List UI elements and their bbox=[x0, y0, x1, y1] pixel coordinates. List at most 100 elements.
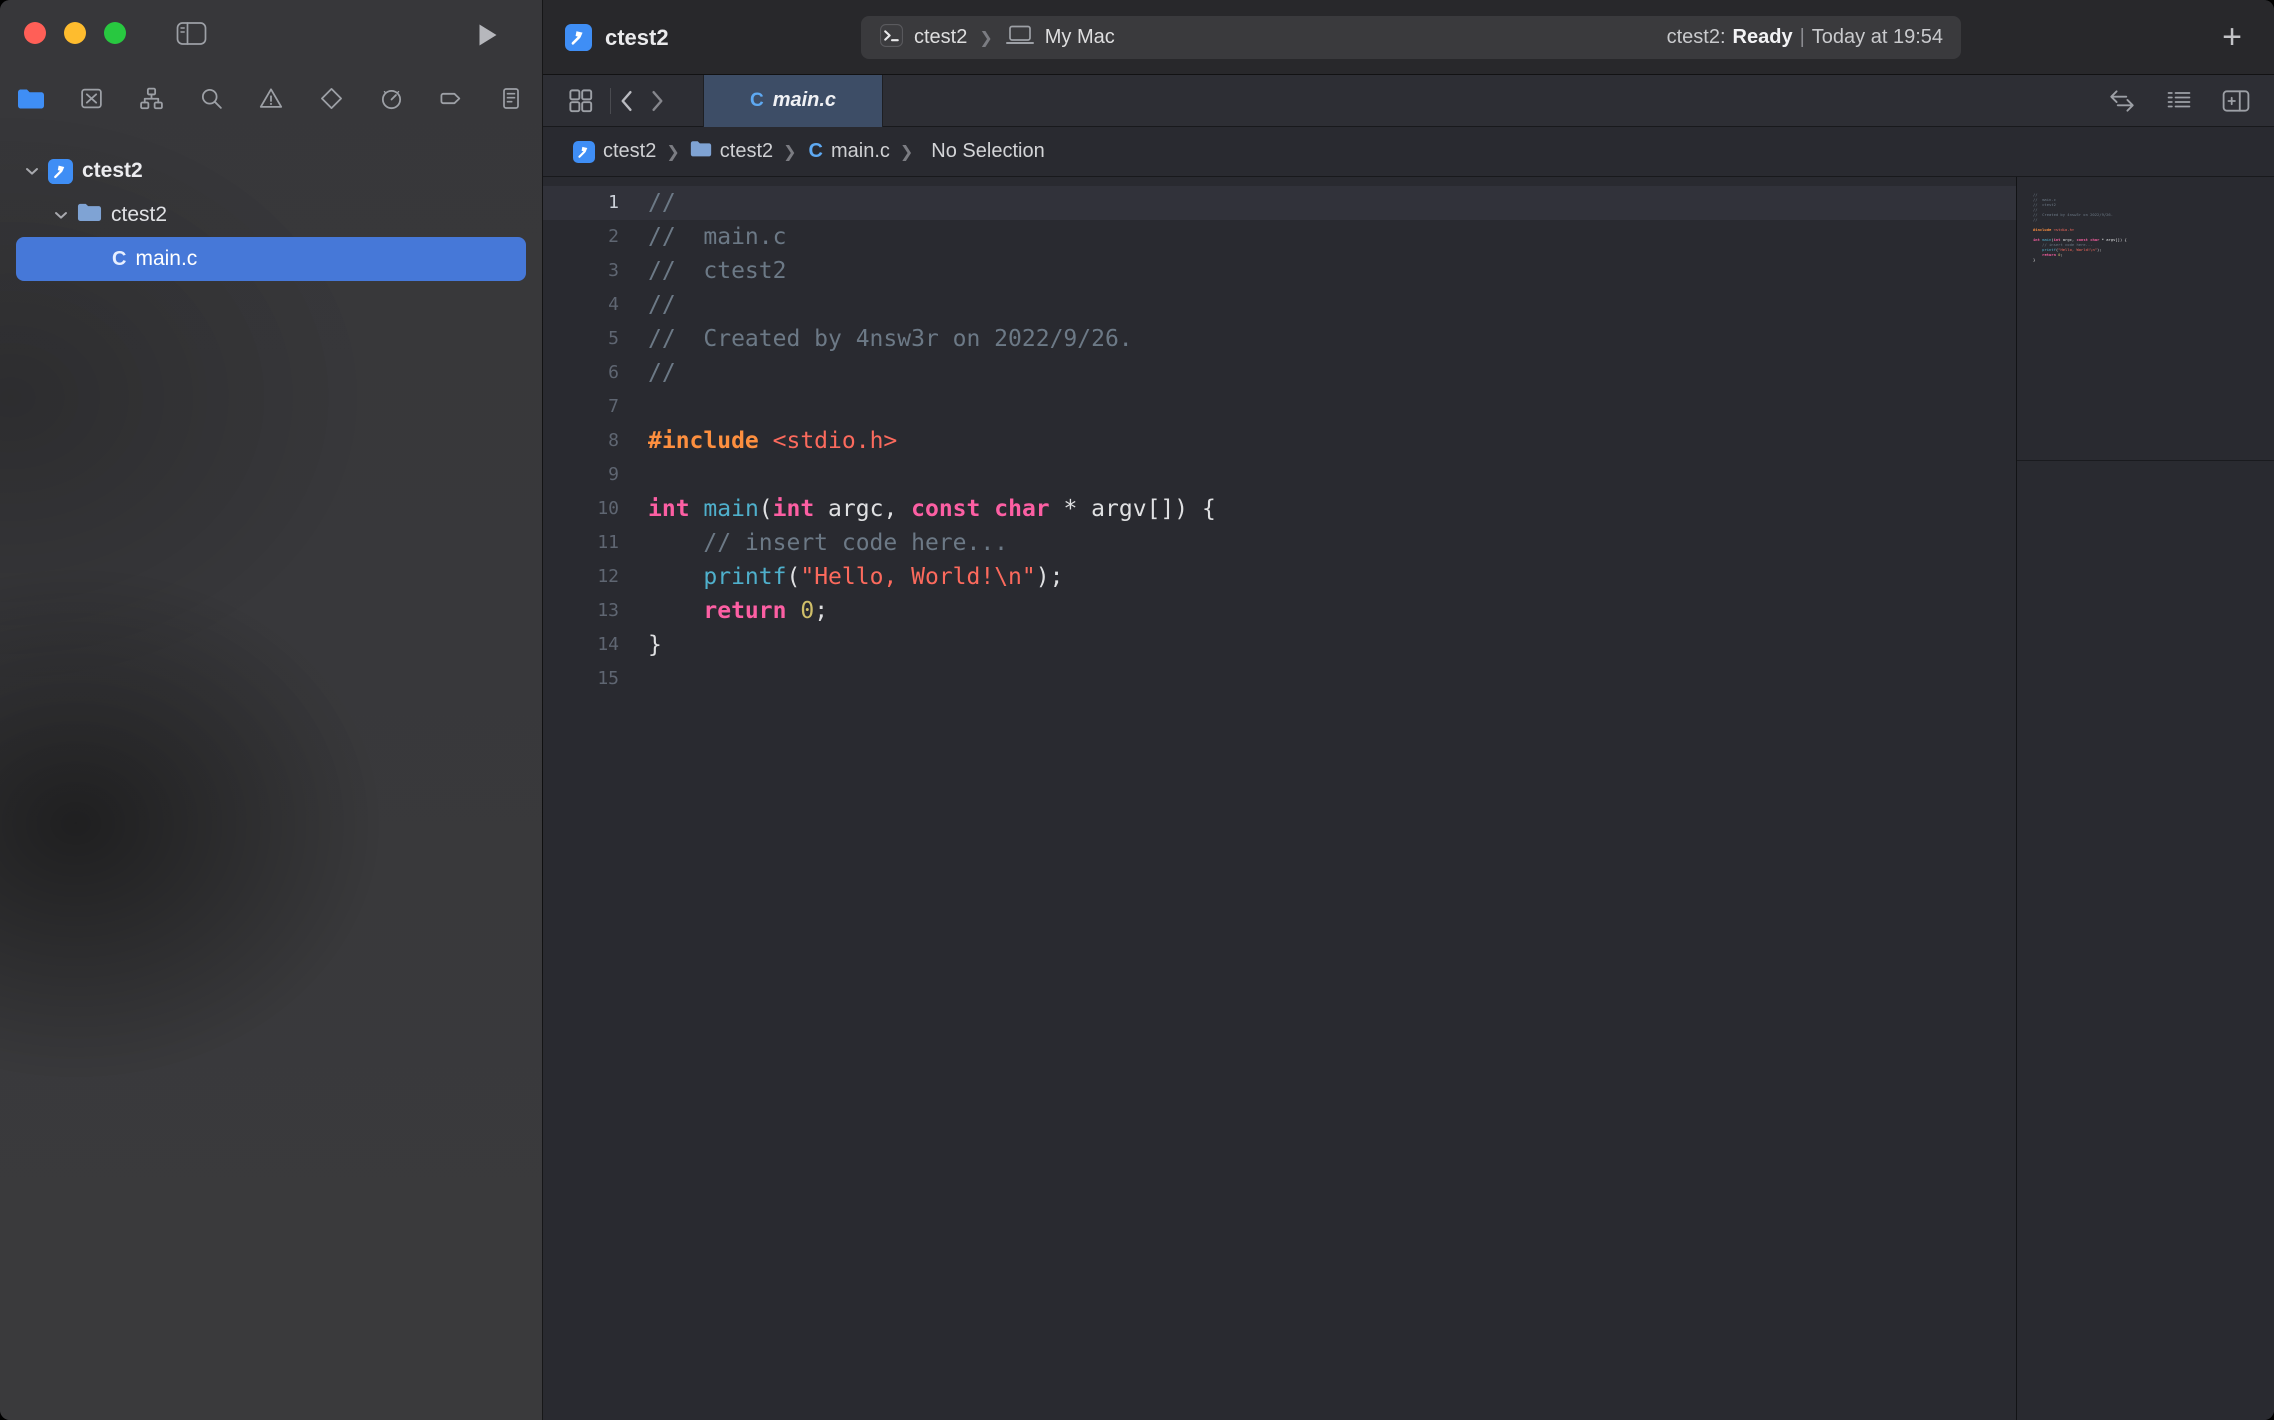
status-project: ctest2: bbox=[1667, 26, 1726, 49]
code-line[interactable]: 1// bbox=[543, 186, 2016, 220]
tab-main-c[interactable]: C main.c bbox=[703, 75, 883, 127]
tab-bar: C main.c bbox=[543, 75, 2274, 127]
navigator-issues-icon[interactable] bbox=[254, 86, 288, 111]
terminal-app-icon bbox=[879, 23, 904, 53]
run-destination: My Mac bbox=[1045, 26, 1115, 49]
code-line[interactable]: 5// Created by 4nsw3r on 2022/9/26. bbox=[543, 322, 2016, 356]
code-line bbox=[2033, 259, 2266, 264]
source-editor[interactable]: 1//2// main.c3// ctest24//5// Created by… bbox=[543, 177, 2016, 1420]
line-number: 4 bbox=[543, 288, 619, 322]
line-number: 12 bbox=[543, 560, 619, 594]
navigator-find-icon[interactable] bbox=[194, 86, 228, 111]
code-line[interactable]: 13 return 0; bbox=[543, 594, 2016, 628]
file-tree: ctest2 ctest2 C main.c bbox=[0, 149, 542, 281]
tree-item-label: ctest2 bbox=[82, 159, 143, 183]
run-button[interactable] bbox=[477, 22, 498, 51]
breadcrumb-project[interactable]: ctest2 bbox=[603, 140, 656, 163]
editor-options-icon[interactable] bbox=[2166, 89, 2192, 112]
minimize-button[interactable] bbox=[64, 22, 86, 44]
scheme-selector[interactable]: ctest2 ❯ My Mac ctest2: Ready | Today at… bbox=[861, 16, 1961, 59]
line-number: 7 bbox=[543, 390, 619, 424]
code-line[interactable]: 2// main.c bbox=[543, 220, 2016, 254]
navigator-reports-icon[interactable] bbox=[494, 86, 528, 111]
navigator-project-icon[interactable] bbox=[14, 87, 48, 110]
disclosure-chevron-icon[interactable] bbox=[53, 211, 68, 220]
code-line[interactable]: 11 // insert code here... bbox=[543, 526, 2016, 560]
line-number: 10 bbox=[543, 492, 619, 526]
divider bbox=[610, 88, 611, 114]
navigator-sidebar: ctest2 ctest2 C main.c bbox=[0, 0, 543, 1420]
activity-status: ctest2: Ready | Today at 19:54 bbox=[1667, 26, 1943, 49]
tree-item-project-ctest2[interactable]: ctest2 bbox=[0, 149, 542, 193]
project-icon bbox=[48, 159, 73, 184]
code-line[interactable]: 12 printf("Hello, World!\n"); bbox=[543, 560, 2016, 594]
line-number: 2 bbox=[543, 220, 619, 254]
tree-item-label: main.c bbox=[135, 247, 197, 271]
tree-item-folder-ctest2[interactable]: ctest2 bbox=[0, 193, 542, 237]
line-number: 14 bbox=[543, 628, 619, 662]
status-time: Today at 19:54 bbox=[1812, 26, 1943, 49]
project-icon bbox=[565, 24, 592, 51]
code-review-icon[interactable] bbox=[2108, 89, 2136, 113]
line-number: 13 bbox=[543, 594, 619, 628]
toolbar: ctest2 ctest2 ❯ My Mac ctest2: Ready | T… bbox=[543, 0, 2274, 75]
code-lines: 1//2// main.c3// ctest24//5// Created by… bbox=[543, 177, 2016, 696]
c-file-icon: C bbox=[112, 248, 126, 271]
breadcrumb-folder[interactable]: ctest2 bbox=[720, 140, 773, 163]
status-state: Ready bbox=[1733, 26, 1793, 49]
close-button[interactable] bbox=[24, 22, 46, 44]
navigator-source-control-icon[interactable] bbox=[74, 86, 108, 111]
folder-icon bbox=[690, 140, 712, 163]
go-back-button[interactable] bbox=[619, 90, 633, 112]
navigator-symbols-icon[interactable] bbox=[134, 86, 168, 111]
disclosure-chevron-icon[interactable] bbox=[24, 167, 39, 176]
minimap-code: //// main.c// ctest2//// Created by 4nsw… bbox=[2033, 189, 2266, 264]
divider bbox=[2017, 460, 2274, 461]
line-number: 8 bbox=[543, 424, 619, 458]
c-file-icon: C bbox=[809, 140, 823, 163]
tab-overview-icon[interactable] bbox=[567, 87, 594, 114]
line-number: 3 bbox=[543, 254, 619, 288]
status-separator: | bbox=[1800, 26, 1805, 49]
folder-icon bbox=[77, 202, 102, 228]
code-line[interactable]: 9 bbox=[543, 458, 2016, 492]
chevron-separator-icon: ❯ bbox=[783, 142, 796, 162]
project-icon bbox=[573, 141, 595, 163]
chevron-separator-icon: ❯ bbox=[900, 142, 913, 162]
window-title: ctest2 bbox=[605, 0, 669, 75]
navigator-debug-icon[interactable] bbox=[374, 86, 408, 111]
code-line[interactable]: 8#include <stdio.h> bbox=[543, 424, 2016, 458]
navigator-breakpoints-icon[interactable] bbox=[434, 86, 468, 111]
tab-label: main.c bbox=[773, 89, 836, 112]
code-line[interactable]: 15 bbox=[543, 662, 2016, 696]
line-number: 1 bbox=[543, 186, 619, 220]
go-forward-button[interactable] bbox=[651, 90, 665, 112]
code-line[interactable]: 4// bbox=[543, 288, 2016, 322]
chevron-separator-icon: ❯ bbox=[666, 142, 679, 162]
scheme-name: ctest2 bbox=[914, 26, 967, 49]
code-line[interactable]: 6// bbox=[543, 356, 2016, 390]
chevron-separator-icon: ❯ bbox=[979, 28, 992, 48]
breadcrumb-file[interactable]: main.c bbox=[831, 140, 890, 163]
code-line[interactable]: 14} bbox=[543, 628, 2016, 662]
add-editor-icon[interactable] bbox=[2222, 89, 2250, 113]
breadcrumb-selection[interactable]: No Selection bbox=[931, 140, 1044, 163]
line-number: 9 bbox=[543, 458, 619, 492]
code-line[interactable]: 3// ctest2 bbox=[543, 254, 2016, 288]
line-number: 5 bbox=[543, 322, 619, 356]
navigator-tab-strip bbox=[0, 75, 542, 121]
toggle-sidebar-button[interactable] bbox=[176, 21, 207, 49]
xcode-window: ctest2 ctest2 C main.c ctest2 bbox=[0, 0, 2274, 1420]
jump-bar: ctest2 ❯ ctest2 ❯ C main.c ❯ No Selectio… bbox=[543, 127, 2274, 177]
code-line[interactable]: 10int main(int argc, const char * argv[]… bbox=[543, 492, 2016, 526]
line-number: 11 bbox=[543, 526, 619, 560]
c-file-icon: C bbox=[750, 90, 764, 112]
line-number: 15 bbox=[543, 662, 619, 696]
code-line[interactable]: 7 bbox=[543, 390, 2016, 424]
minimap[interactable]: //// main.c// ctest2//// Created by 4nsw… bbox=[2016, 177, 2274, 1420]
tree-item-file-main-c[interactable]: C main.c bbox=[16, 237, 526, 281]
add-button[interactable]: + bbox=[2216, 0, 2248, 75]
sidebar-header bbox=[0, 0, 542, 75]
navigator-tests-icon[interactable] bbox=[314, 86, 348, 111]
zoom-button[interactable] bbox=[104, 22, 126, 44]
